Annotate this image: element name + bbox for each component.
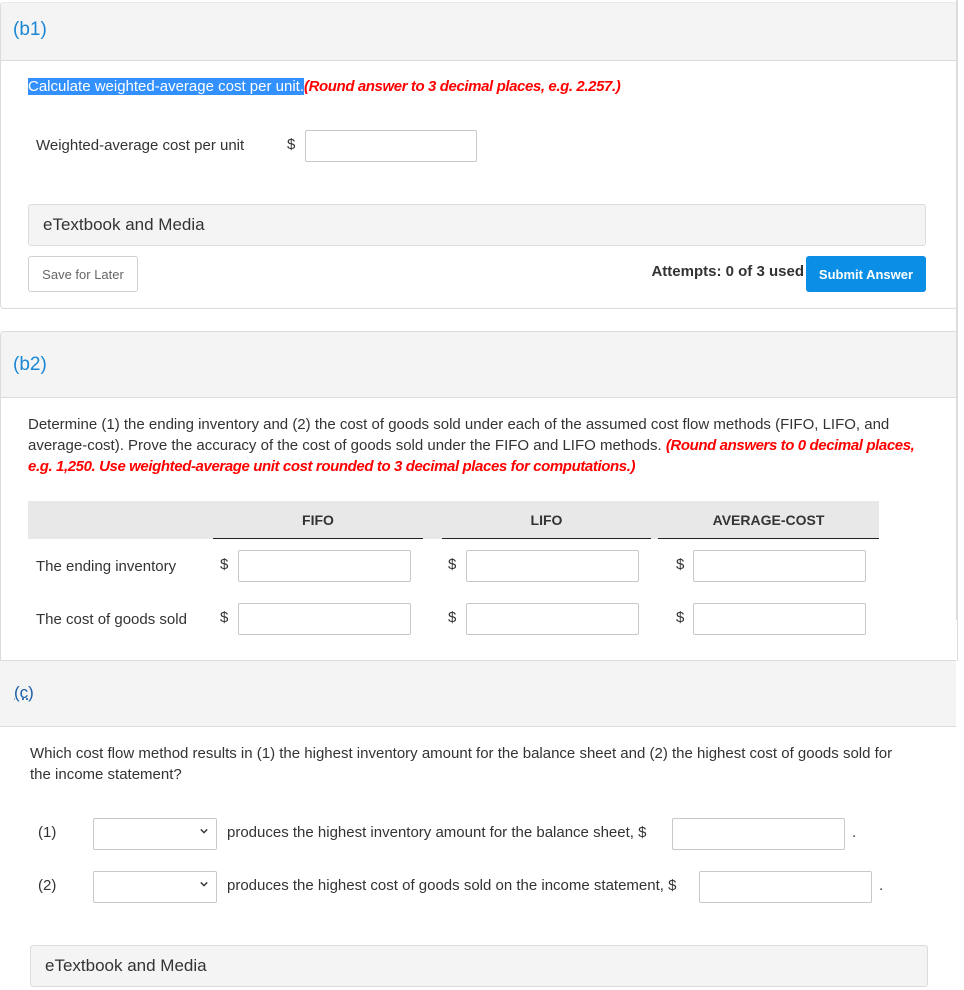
- panel-header-c: (c): [0, 661, 956, 727]
- column-header-fifo: FIFO: [213, 501, 423, 539]
- highest-cogs-method-select[interactable]: [93, 871, 217, 903]
- chevron-down-icon: [200, 881, 208, 887]
- b2-rounding-instruction: (Round answers to 0 decimal places,: [665, 437, 915, 454]
- attempts-counter: Attempts: 0 of 3 used: [651, 263, 804, 280]
- page-scroll-edge: [956, 0, 958, 620]
- weighted-average-cost-label: Weighted-average cost per unit: [36, 137, 245, 154]
- highest-inventory-amount-input[interactable]: [672, 818, 845, 850]
- cogs-fifo-input[interactable]: [238, 603, 411, 635]
- item-number-2: (2): [38, 877, 57, 894]
- item-number-1: (1): [38, 824, 57, 841]
- part-label-b1: (b1): [13, 19, 47, 40]
- ending-inventory-lifo-input[interactable]: [466, 550, 639, 582]
- currency-symbol: $: [220, 556, 229, 573]
- b2-prompt-line-2: average-cost). Prove the accuracy of the…: [28, 435, 928, 456]
- chevron-down-icon: [200, 828, 208, 834]
- etextbook-media-label: eTextbook and Media: [43, 215, 205, 234]
- row-label-cost-of-goods-sold: The cost of goods sold: [36, 611, 187, 628]
- column-header-average-cost: AVERAGE-COST: [658, 501, 879, 539]
- currency-symbol: $: [448, 556, 457, 573]
- weighted-average-cost-input[interactable]: [305, 130, 477, 162]
- panel-header-b1: (b1): [1, 3, 957, 61]
- save-for-later-button[interactable]: Save for Later: [28, 256, 138, 292]
- c-question-line-2: the income statement?: [30, 766, 182, 783]
- etextbook-media-toggle-c[interactable]: eTextbook and Media: [30, 945, 928, 987]
- part-label-c[interactable]: (c): [14, 683, 34, 703]
- b1-prompt: Calculate weighted-average cost per unit…: [28, 77, 621, 97]
- sentence-period: .: [852, 824, 857, 841]
- currency-symbol: $: [220, 609, 229, 626]
- item-2-text: produces the highest cost of goods sold …: [227, 877, 677, 894]
- item-1-text: produces the highest inventory amount fo…: [227, 824, 647, 841]
- currency-symbol: $: [676, 556, 685, 573]
- column-header-lifo: LIFO: [442, 501, 651, 539]
- c-question-line-1: Which cost flow method results in (1) th…: [30, 745, 893, 762]
- currency-symbol: $: [287, 136, 296, 153]
- b2-prompt: Determine (1) the ending inventory and (…: [28, 414, 928, 477]
- highest-cogs-amount-input[interactable]: [699, 871, 872, 903]
- part-label-b2: (b2): [13, 354, 47, 375]
- b2-rounding-instruction-cont: e.g. 1,250. Use weighted-average unit co…: [28, 458, 636, 475]
- c-question: Which cost flow method results in (1) th…: [30, 743, 940, 785]
- highest-inventory-method-select[interactable]: [93, 818, 217, 850]
- b1-rounding-instruction: (Round answer to 3 decimal places, e.g. …: [304, 78, 621, 95]
- table-header: FIFO LIFO AVERAGE-COST: [28, 501, 879, 539]
- row-label-ending-inventory: The ending inventory: [36, 558, 177, 575]
- ending-inventory-fifo-input[interactable]: [238, 550, 411, 582]
- panel-header-b2: (b2): [1, 332, 957, 398]
- b2-prompt-text: average-cost). Prove the accuracy of the…: [28, 437, 666, 454]
- sentence-period: .: [879, 877, 884, 894]
- currency-symbol: $: [448, 609, 457, 626]
- submit-answer-button[interactable]: Submit Answer: [806, 256, 926, 292]
- cogs-lifo-input[interactable]: [466, 603, 639, 635]
- ending-inventory-average-cost-input[interactable]: [693, 550, 866, 582]
- currency-symbol: $: [676, 609, 685, 626]
- b1-prompt-selected-text: Calculate weighted-average cost per unit…: [28, 78, 304, 95]
- etextbook-media-label: eTextbook and Media: [45, 956, 207, 975]
- etextbook-media-toggle-b1[interactable]: eTextbook and Media: [28, 204, 926, 246]
- cogs-average-cost-input[interactable]: [693, 603, 866, 635]
- b2-prompt-line-1: Determine (1) the ending inventory and (…: [28, 416, 890, 433]
